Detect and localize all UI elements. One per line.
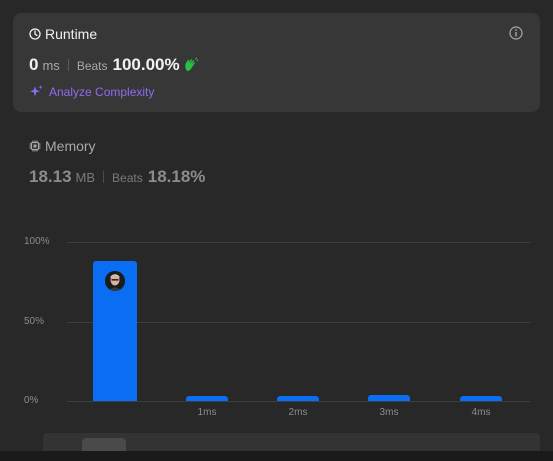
runtime-beats-value: 100.00% <box>112 55 180 74</box>
runtime-card[interactable]: Runtime 0 ms Beats 100.00% Analyze Compl… <box>13 13 540 112</box>
runtime-unit: ms <box>42 58 60 73</box>
runtime-header: Runtime <box>29 26 97 42</box>
runtime-beats-label: Beats <box>76 59 108 73</box>
avatar <box>105 271 125 292</box>
bottom-edge <box>0 451 553 461</box>
x-tick-label: 1ms <box>197 407 217 418</box>
y-tick-label: 0% <box>24 395 39 406</box>
memory-header[interactable]: Memory <box>29 138 96 154</box>
divider <box>67 59 69 71</box>
x-tick-label: 3ms <box>379 407 399 418</box>
memory-beats-value: 18.18% <box>147 167 206 186</box>
memory-stats: 18.13 MB Beats 18.18% <box>29 167 205 187</box>
info-icon[interactable] <box>509 26 523 40</box>
distribution-chart[interactable]: 100% 50% 0% 1ms 2ms 3ms 4ms <box>0 230 553 430</box>
analyze-complexity-label: Analyze Complexity <box>49 84 155 99</box>
clap-icon <box>184 57 199 71</box>
memory-value: 18.13 <box>29 167 72 186</box>
clock-icon <box>29 28 41 40</box>
gridline <box>67 242 530 243</box>
divider <box>103 171 105 183</box>
y-tick-label: 100% <box>24 236 50 247</box>
sparkle-icon <box>30 85 43 97</box>
x-tick-label: 2ms <box>288 407 308 418</box>
memory-unit: MB <box>75 170 96 185</box>
runtime-stats: 0 ms Beats 100.00% <box>29 55 199 75</box>
runtime-title: Runtime <box>45 26 98 42</box>
memory-beats-label: Beats <box>112 171 143 185</box>
bar-3ms[interactable] <box>368 394 410 401</box>
chip-icon <box>29 140 41 152</box>
bar-2ms[interactable] <box>277 396 319 401</box>
runtime-value: 0 <box>29 55 39 74</box>
analyze-complexity-button[interactable]: Analyze Complexity <box>29 84 154 99</box>
bar-4ms[interactable] <box>460 396 502 401</box>
memory-title: Memory <box>45 138 96 154</box>
y-tick-label: 50% <box>24 316 45 327</box>
runtime-memory-panel: Runtime 0 ms Beats 100.00% Analyze Compl… <box>0 0 553 461</box>
gridline <box>67 401 530 402</box>
bar-1ms[interactable] <box>186 396 228 401</box>
x-tick-label: 4ms <box>471 407 491 418</box>
